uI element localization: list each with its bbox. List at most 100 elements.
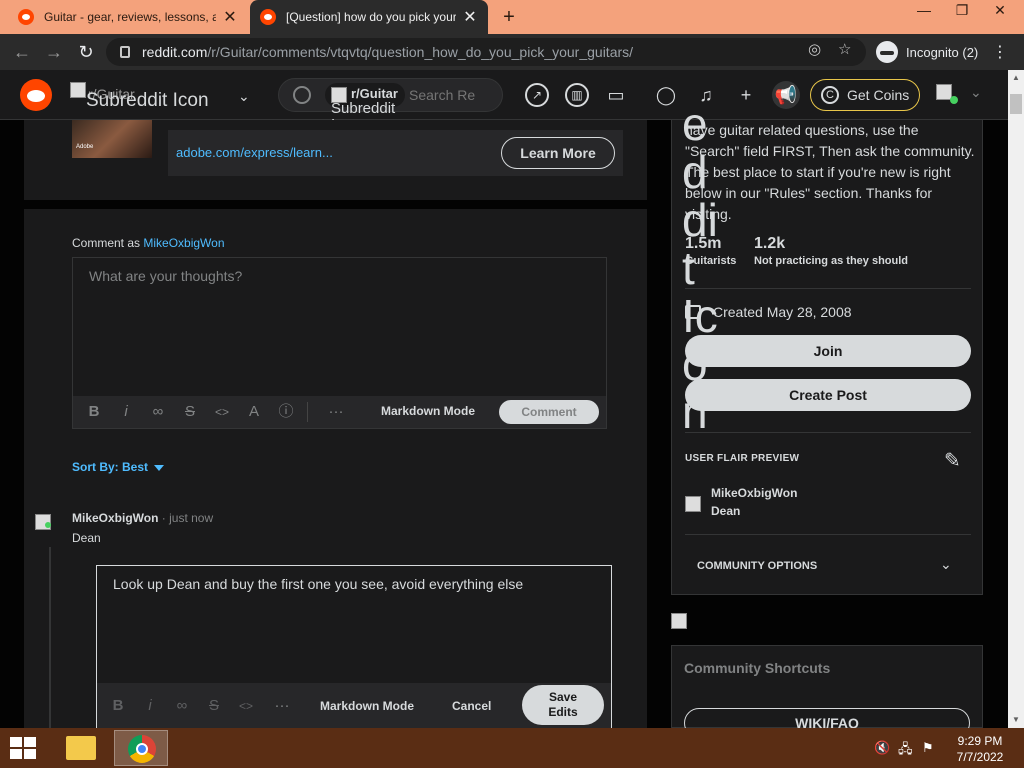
comment-textarea[interactable] (73, 258, 606, 398)
scrollbar-thumb[interactable] (1010, 94, 1022, 114)
superscript-icon[interactable]: A (243, 401, 265, 423)
search-box[interactable]: r/Guitar Subreddit Icon (278, 78, 503, 133)
eye-slash-icon[interactable]: ◎ (808, 40, 821, 58)
file-explorer-taskbar-button[interactable] (54, 730, 108, 766)
scroll-up-icon[interactable]: ▲ (1008, 70, 1024, 86)
comment-submit-button[interactable]: Comment (499, 400, 599, 424)
search-community-pill[interactable]: r/Guitar Subreddit Icon (325, 83, 405, 133)
edit-comment-text[interactable]: Look up Dean and buy the first one you s… (113, 576, 523, 592)
forward-arrow-icon[interactable]: → (44, 42, 64, 62)
system-clock[interactable]: 9:29 PM 7/7/2022 (948, 733, 1012, 765)
incognito-icon (876, 41, 898, 63)
chrome-menu-icon[interactable]: ⋮ (992, 42, 1008, 62)
spoiler-icon[interactable]: ⓘ (275, 401, 297, 423)
created-date-text: Created May 28, 2008 (713, 304, 852, 320)
save-edits-button[interactable]: Save Edits (522, 685, 604, 725)
online-label: Not practicing as they should (754, 255, 909, 267)
reddit-logo-icon[interactable] (20, 79, 52, 111)
scroll-down-icon[interactable]: ▼ (1008, 712, 1024, 728)
chevron-down-icon[interactable]: ⌄ (940, 556, 952, 573)
comment-as-username[interactable]: MikeOxbigWon (143, 236, 224, 250)
comment-editor: B i ∞ S <> A ⓘ ··· Markdown Mode Comment (72, 257, 607, 429)
more-options-icon[interactable]: ··· (325, 401, 347, 423)
flair-preview-username: MikeOxbigWon (711, 486, 798, 500)
back-arrow-icon[interactable]: ← (12, 42, 32, 62)
browser-tab-question[interactable]: [Question] how do you pick your ✕ (250, 0, 488, 34)
members-stat: 1.5m Guitarists (685, 235, 736, 267)
edit-comment-editor[interactable]: Look up Dean and buy the first one you s… (96, 565, 612, 730)
close-window-button[interactable]: ✕ (980, 0, 1020, 22)
new-tab-button[interactable]: + (498, 6, 520, 29)
advertise-megaphone-icon[interactable]: 📢 (772, 81, 800, 109)
browser-toolbar: ← → ↻ reddit.com/r/Guitar/comments/vtqvt… (0, 34, 1024, 70)
inline-code-icon[interactable]: <> (211, 401, 233, 423)
bold-icon[interactable]: B (83, 401, 105, 423)
close-tab-icon[interactable]: ✕ (462, 7, 478, 27)
markdown-mode-toggle[interactable]: Markdown Mode (381, 404, 475, 418)
url-text: reddit.com/r/Guitar/comments/vtqvtq/ques… (142, 44, 634, 60)
video-feed-icon[interactable]: ▭ (604, 83, 628, 107)
close-tab-icon[interactable]: ✕ (222, 7, 238, 27)
divider (685, 432, 971, 433)
user-dropdown[interactable]: ⌄ (936, 84, 982, 105)
search-input[interactable] (409, 87, 497, 103)
popular-arrow-icon[interactable]: ↗ (525, 83, 549, 107)
action-center-flag-icon[interactable]: ⚑ (922, 740, 934, 756)
ad-thumbnail[interactable]: Adobe (72, 120, 152, 158)
created-date: Created May 28, 2008 (685, 304, 852, 320)
reload-icon[interactable]: ↻ (76, 42, 96, 62)
stats-chart-icon[interactable]: ▥ (565, 83, 589, 107)
edit-pencil-icon[interactable]: ✎ (944, 448, 961, 473)
browser-tab-guitar[interactable]: Guitar - gear, reviews, lessons, an ✕ (8, 0, 248, 34)
coin-icon: C (821, 86, 839, 104)
community-shortcuts-title: Community Shortcuts (684, 660, 831, 676)
thread-line[interactable] (49, 547, 51, 728)
italic-icon[interactable]: i (139, 695, 161, 717)
online-status-dot (950, 96, 958, 104)
ad-thumb-caption: Adobe (76, 144, 94, 150)
page-scrollbar[interactable]: ▲ ▼ (1008, 70, 1024, 728)
browser-tab-strip: Guitar - gear, reviews, lessons, an ✕ [Q… (0, 0, 1024, 34)
bold-icon[interactable]: B (107, 695, 129, 717)
strikethrough-icon[interactable]: S (203, 695, 225, 717)
inline-code-icon[interactable]: <> (235, 695, 257, 717)
comment-timestamp: · just now (161, 511, 214, 525)
save-edits-label: Edits (548, 705, 578, 719)
strikethrough-icon[interactable]: S (179, 401, 201, 423)
chat-bubble-icon[interactable]: ◯ (654, 83, 678, 107)
folder-icon (66, 736, 96, 760)
community-dropdown[interactable]: r/Guitar Subreddit Icon ⌄ (70, 82, 260, 111)
get-coins-button[interactable]: C Get Coins (810, 79, 920, 111)
members-label: Guitarists (685, 255, 737, 267)
comment-meta: MikeOxbigWon · just now (72, 511, 213, 525)
minimize-button[interactable]: — (904, 0, 944, 22)
sidebar-image (671, 613, 687, 629)
ad-link-bar[interactable]: adobe.com/express/learn... Learn More (168, 130, 623, 176)
incognito-badge[interactable]: Incognito (2) (872, 39, 988, 65)
network-icon[interactable]: 🖧 (898, 740, 913, 762)
windows-start-icon[interactable] (10, 737, 38, 761)
comment-as-label: Comment as MikeOxbigWon (72, 236, 225, 250)
address-bar[interactable]: reddit.com/r/Guitar/comments/vtqvtq/ques… (106, 38, 866, 66)
volume-muted-icon[interactable]: 🔇 (874, 740, 890, 756)
ad-link[interactable]: adobe.com/express/learn... (176, 145, 333, 160)
link-icon[interactable]: ∞ (171, 695, 193, 717)
sort-by-dropdown[interactable]: Sort By: Best (72, 460, 165, 474)
create-post-button[interactable]: Create Post (685, 379, 971, 411)
divider (685, 288, 971, 289)
link-icon[interactable]: ∞ (147, 401, 169, 423)
italic-icon[interactable]: i (115, 401, 137, 423)
chevron-down-icon: ⌄ (238, 88, 250, 104)
bookmark-star-icon[interactable]: ☆ (838, 40, 851, 58)
chrome-taskbar-button[interactable] (114, 730, 168, 766)
community-options-toggle[interactable]: COMMUNITY OPTIONS (697, 560, 817, 572)
cancel-button[interactable]: Cancel (452, 699, 491, 713)
comment-avatar[interactable] (35, 514, 51, 535)
subreddit-icon-image (70, 82, 86, 98)
markdown-mode-toggle[interactable]: Markdown Mode (320, 699, 414, 713)
join-button[interactable]: Join (685, 335, 971, 367)
more-options-icon[interactable]: ··· (271, 695, 293, 717)
comment-author[interactable]: MikeOxbigWon (72, 511, 158, 525)
restore-button[interactable]: ❐ (942, 0, 982, 22)
learn-more-button[interactable]: Learn More (501, 137, 615, 169)
